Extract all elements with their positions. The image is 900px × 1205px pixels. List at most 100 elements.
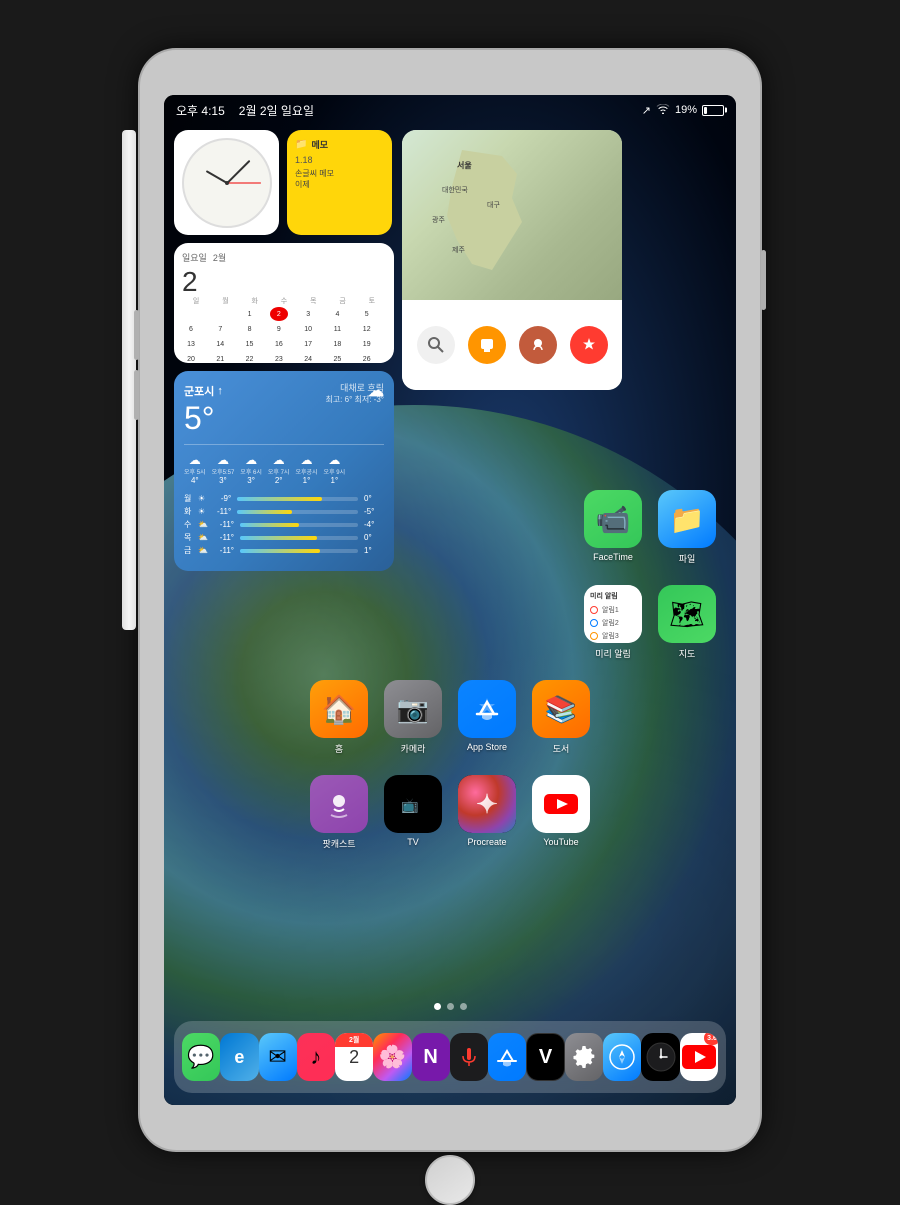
hour6-icon: ☁: [324, 453, 346, 467]
ipad-device: 오후 4:15 2월 2일 일요일 ↗ 19%: [140, 50, 760, 1150]
dock-messages[interactable]: 💬: [182, 1033, 220, 1081]
files-label: 파일: [679, 552, 696, 565]
app-reminders[interactable]: 미리 알림 알림1 알림2 알림3: [584, 585, 642, 660]
cal-header-mon: 월: [211, 296, 239, 306]
hour3-temp: 3°: [240, 476, 262, 485]
cal-header-wed: 수: [270, 296, 298, 306]
apps-row-3: 🏠 홈 📷 카메라: [174, 680, 726, 755]
dock-youtube[interactable]: 3.6: [680, 1033, 718, 1081]
dock-safari[interactable]: [603, 1033, 641, 1081]
dock-mail[interactable]: ✉: [259, 1033, 297, 1081]
notes-title: 메모: [311, 138, 328, 151]
map-widget[interactable]: 서울 대한민국 대구 광주 제주: [402, 130, 622, 390]
reminder-dot-3: [590, 632, 598, 640]
app-appstore[interactable]: App Store: [458, 680, 516, 755]
dock-onenote[interactable]: N: [412, 1033, 450, 1081]
notes-folder-icon: 📁: [295, 139, 307, 150]
cal-cell-today: 2: [270, 307, 288, 321]
calendar-dock-month: 2월: [335, 1033, 373, 1047]
calendar-widget[interactable]: 일요일 2월 2 일 월 화 수 목 금 토: [174, 243, 394, 363]
page-dot-2: [447, 1003, 454, 1010]
side-button[interactable]: [761, 250, 766, 310]
cal-cell: 5: [358, 307, 376, 321]
app-files[interactable]: 📁 파일: [658, 490, 716, 565]
maps-label: 지도: [679, 647, 696, 660]
apps-area: 📹 FaceTime 📁 파일 미리 알림: [174, 490, 726, 870]
dock-clock[interactable]: [641, 1033, 679, 1081]
appstore-icon: [458, 680, 516, 738]
home-button-area: [425, 1155, 475, 1205]
map-label-daegu: 대구: [487, 200, 500, 210]
camera-symbol: 📷: [397, 694, 429, 725]
dock-calendar[interactable]: 2월 2: [335, 1033, 373, 1081]
weather-hour-2: ☁ 오후5:57 3°: [212, 453, 235, 485]
map-bottom-bar: [402, 300, 622, 390]
settings-symbol: [571, 1044, 597, 1070]
camera-label: 카메라: [401, 742, 426, 755]
weather-hour-6: ☁ 오후 9시 1°: [324, 453, 346, 485]
calendar-dock-day: 2: [349, 1047, 359, 1069]
appstore-label: App Store: [467, 742, 507, 752]
map-label-gwangju: 광주: [432, 215, 445, 225]
reminder-dot-1: [590, 606, 598, 614]
map-category-btn-1[interactable]: [468, 326, 506, 364]
cal-cell: 16: [270, 337, 288, 351]
status-bar: 오후 4:15 2월 2일 일요일 ↗ 19%: [164, 95, 736, 125]
clock-widget[interactable]: [174, 130, 279, 235]
cal-cell: 1: [241, 307, 259, 321]
dock-music[interactable]: ♪: [297, 1033, 335, 1081]
app-home[interactable]: 🏠 홈: [310, 680, 368, 755]
reminder-text-1: 알림1: [602, 605, 619, 615]
dock-voice-memo[interactable]: [450, 1033, 488, 1081]
map-category-btn-3[interactable]: [570, 326, 608, 364]
youtube-icon: [532, 775, 590, 833]
app-podcasts[interactable]: 팟캐스트: [310, 775, 368, 850]
app-tv[interactable]: 📺 TV: [384, 775, 442, 850]
volume-down-button[interactable]: [134, 370, 139, 420]
books-icon: 📚: [532, 680, 590, 738]
clock-second-hand: [227, 182, 261, 183]
tv-icon: 📺: [384, 775, 442, 833]
home-button[interactable]: [425, 1155, 475, 1205]
cal-cell: 7: [211, 322, 229, 336]
app-camera[interactable]: 📷 카메라: [384, 680, 442, 755]
cal-cell: 25: [328, 352, 346, 363]
clock-face: [182, 138, 272, 228]
dock-vectornator[interactable]: V: [526, 1033, 565, 1081]
dock-edge[interactable]: e: [220, 1033, 258, 1081]
vectornator-symbol: V: [539, 1046, 552, 1069]
reminder-item-3: 알림3: [590, 631, 636, 641]
music-symbol: ♪: [310, 1044, 321, 1070]
cal-cell: 9: [270, 322, 288, 336]
youtube-dock-symbol: [681, 1044, 717, 1070]
cal-cell: 17: [299, 337, 317, 351]
notes-date: 1.18: [295, 155, 384, 165]
hour5-temp: 1°: [295, 476, 317, 485]
dock-photos[interactable]: 🌸: [373, 1033, 411, 1081]
map-label-seoul: 서울: [457, 160, 472, 171]
cal-cell: 24: [299, 352, 317, 363]
reminders-content: 미리 알림 알림1 알림2 알림3: [584, 585, 642, 643]
app-maps[interactable]: 🗺 지도: [658, 585, 716, 660]
map-category-btn-2[interactable]: [519, 326, 557, 364]
appstore-dock-symbol: [493, 1043, 521, 1071]
page-dot-3: [460, 1003, 467, 1010]
cal-header-sun: 일: [182, 296, 210, 306]
notes-widget[interactable]: 📁 메모 1.18 손글씨 메모 이제: [287, 130, 392, 235]
dock-settings[interactable]: [565, 1033, 603, 1081]
camera-icon: 📷: [384, 680, 442, 738]
dock-appstore[interactable]: [488, 1033, 526, 1081]
volume-up-button[interactable]: [134, 310, 139, 360]
notes-text1: 손글씨 메모: [295, 168, 384, 179]
cal-cell: 26: [358, 352, 376, 363]
map-search-button[interactable]: [417, 326, 455, 364]
app-procreate[interactable]: ✦ Procreate: [458, 775, 516, 850]
hour3-icon: ☁: [240, 453, 262, 467]
cal-cell: [211, 307, 229, 321]
hour1-temp: 4°: [184, 476, 206, 485]
files-folder-symbol: 📁: [670, 503, 705, 536]
app-books[interactable]: 📚 도서: [532, 680, 590, 755]
app-facetime[interactable]: 📹 FaceTime: [584, 490, 642, 565]
calendar-dock-content: 2월 2: [335, 1033, 373, 1081]
app-youtube[interactable]: YouTube: [532, 775, 590, 850]
